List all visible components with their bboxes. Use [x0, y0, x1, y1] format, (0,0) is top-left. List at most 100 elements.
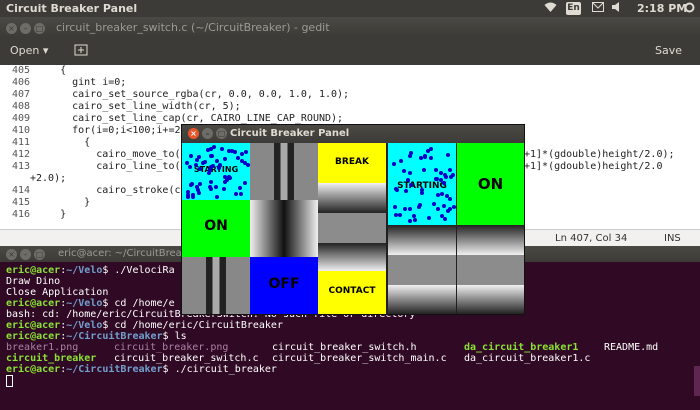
signal-dot: [243, 181, 248, 186]
starting-cell-1[interactable]: STARTING: [182, 143, 250, 200]
starting-cell-2[interactable]: STARTING: [388, 143, 456, 225]
ls-entry: README.md: [604, 342, 659, 353]
signal-dot: [208, 180, 213, 185]
signal-dot: [197, 191, 202, 196]
switch-cell[interactable]: [182, 257, 250, 314]
command-text: $ ./circuit_breaker: [162, 364, 277, 375]
switch-cell[interactable]: [388, 255, 456, 285]
new-tab-icon[interactable]: [74, 43, 88, 57]
signal-dot: [407, 171, 412, 176]
signal-dot: [433, 168, 438, 173]
command-text: $ cd /home/e: [102, 298, 175, 309]
gedit-titlebar[interactable]: × – □ circuit_breaker_switch.c (~/CircuitB…: [0, 17, 700, 37]
on-cell-1[interactable]: ON: [182, 200, 250, 257]
open-button[interactable]: Open ▾: [10, 44, 48, 57]
signal-dot: [401, 168, 406, 173]
switch-cell[interactable]: [318, 213, 386, 243]
ls-entry: circuit_breaker.png: [114, 342, 229, 353]
signal-dot: [244, 150, 249, 155]
signal-dot: [445, 209, 450, 214]
terminal-output-line: Draw Dino: [6, 276, 61, 287]
minimize-icon[interactable]: –: [20, 23, 31, 34]
signal-dot: [451, 172, 456, 177]
panel-titlebar[interactable]: × – □ Circuit Breaker Panel: [182, 125, 524, 143]
signal-dot: [185, 194, 190, 199]
prompt-path: ~/CircuitBreaker: [66, 331, 163, 342]
signal-dot: [416, 204, 421, 209]
code-line: +2.0);: [30, 173, 67, 184]
signal-dot: [188, 182, 193, 187]
signal-dot: [219, 146, 224, 151]
prompt-path: ~/CircuitBreaker: [66, 364, 163, 375]
switch-cell[interactable]: [250, 143, 318, 200]
line-number: 412: [11, 149, 30, 160]
system-top-bar: Circuit Breaker Panel En 2:18 PM: [0, 0, 700, 17]
signal-dot: [407, 154, 412, 159]
line-number: 406: [11, 77, 30, 88]
minimize-icon[interactable]: –: [20, 249, 31, 260]
signal-dot: [445, 152, 450, 157]
contact-cell[interactable]: CONTACT: [318, 271, 386, 314]
signal-dot: [427, 215, 432, 220]
wifi-icon[interactable]: [544, 2, 557, 16]
break-label: BREAK: [335, 157, 369, 167]
prompt-user: eric@acer: [6, 320, 61, 331]
close-icon[interactable]: ×: [188, 128, 199, 139]
gedit-title: circuit_breaker_switch.c (~/CircuitBreak…: [56, 21, 330, 34]
signal-dot: [221, 186, 226, 191]
signal-dot: [402, 206, 407, 211]
terminal-line: eric@acer:~/CircuitBreaker$ ls: [6, 331, 187, 342]
clock[interactable]: 2:18 PM: [637, 2, 687, 15]
signal-dot: [195, 157, 200, 162]
volume-icon[interactable]: [612, 2, 624, 15]
code-line: cairo_set_line_width(cr, 5);: [36, 101, 241, 112]
switch-cell[interactable]: [250, 200, 318, 257]
terminal-output-line: Close Application: [6, 287, 109, 298]
signal-dot: [210, 154, 215, 159]
signal-dot: [436, 193, 441, 197]
signal-dot: [215, 194, 220, 199]
power-gear-icon[interactable]: [684, 2, 695, 16]
save-button[interactable]: Save: [655, 44, 682, 57]
prompt-path: ~/Velo: [66, 320, 103, 331]
signal-dot: [194, 162, 199, 167]
keyboard-layout-indicator[interactable]: En: [566, 2, 581, 15]
switch-cell[interactable]: [388, 225, 456, 255]
switch-cell[interactable]: [318, 243, 386, 271]
open-label: Open: [10, 44, 40, 57]
switch-cell[interactable]: [457, 225, 524, 255]
maximize-icon[interactable]: □: [216, 128, 227, 139]
off-cell[interactable]: OFF: [250, 257, 318, 314]
terminal-scrollbar[interactable]: [694, 366, 700, 396]
active-app-title: Circuit Breaker Panel: [6, 2, 138, 15]
circuit-breaker-panel-window: × – □ Circuit Breaker Panel STARTING ON OF…: [181, 124, 525, 315]
ls-entry: breaker1.png: [6, 342, 79, 353]
on-cell-2[interactable]: ON: [457, 143, 524, 225]
signal-dot: [436, 207, 441, 212]
close-icon[interactable]: ×: [6, 23, 17, 34]
signal-dot: [393, 205, 398, 210]
cursor-position[interactable]: Ln 407, Col 34: [555, 233, 627, 244]
switch-cell[interactable]: [318, 183, 386, 213]
signal-dot: [394, 188, 399, 193]
maximize-icon[interactable]: □: [34, 249, 45, 260]
line-number: 405: [11, 65, 30, 76]
signal-dot: [211, 145, 216, 150]
switch-cell[interactable]: [457, 285, 524, 314]
starting-label: STARTING: [193, 165, 239, 174]
code-line: cairo_set_line_cap(cr, CAIRO_LINE_CAP_RO…: [36, 113, 344, 124]
maximize-icon[interactable]: □: [34, 23, 45, 34]
minimize-icon[interactable]: –: [202, 128, 213, 139]
prompt-user: eric@acer: [6, 364, 61, 375]
switch-cell[interactable]: [457, 255, 524, 285]
switch-cell[interactable]: [388, 285, 456, 314]
signal-dot: [429, 147, 434, 152]
break-cell[interactable]: BREAK: [318, 143, 386, 183]
signal-dot: [442, 204, 447, 209]
mail-icon[interactable]: [592, 2, 604, 15]
signal-dot: [214, 184, 219, 189]
close-icon[interactable]: ×: [6, 249, 17, 260]
signal-dot: [439, 192, 444, 197]
ls-entry: circuit_breaker: [6, 353, 97, 364]
code-line: }: [36, 197, 91, 208]
